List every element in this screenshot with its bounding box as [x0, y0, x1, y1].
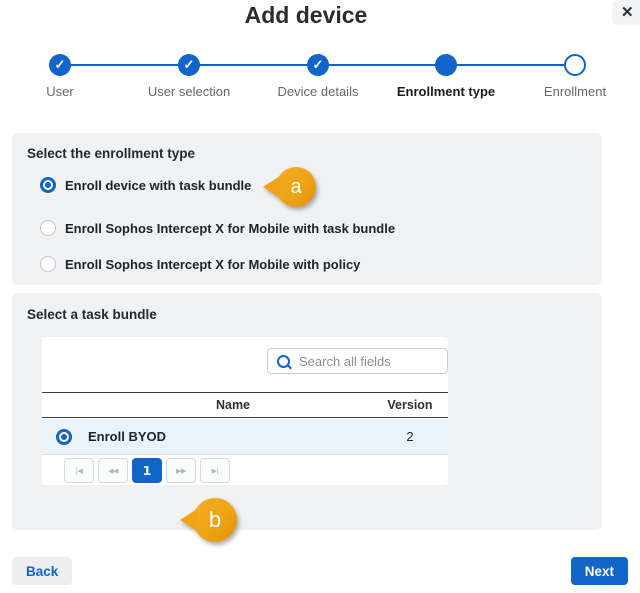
check-icon: ✓ — [55, 57, 66, 73]
close-icon: ✕ — [621, 5, 634, 20]
step-user-check-icon: ✓ — [49, 54, 71, 76]
search-input[interactable] — [297, 353, 438, 370]
check-icon: ✓ — [313, 57, 324, 73]
row-version-cell: 2 — [380, 429, 440, 444]
step-device-details-check-icon: ✓ — [307, 54, 329, 76]
prev-page-button[interactable]: ◀◀ — [98, 458, 128, 483]
radio-unselected-icon[interactable] — [40, 256, 56, 272]
step-label-enrollment: Enrollment — [505, 84, 640, 99]
radio-option-label: Enroll Sophos Intercept X for Mobile wit… — [65, 257, 360, 272]
enrollment-type-heading: Select the enrollment type — [27, 146, 195, 161]
dialog-title: Add device — [0, 2, 612, 29]
pagination: |◀ ◀◀ 1 ▶▶ ▶| — [64, 458, 230, 483]
search-field[interactable] — [267, 348, 448, 374]
step-enrollment-type-active-icon — [435, 54, 457, 76]
step-label-enrollment-type: Enrollment type — [376, 84, 516, 99]
next-page-button[interactable]: ▶▶ — [166, 458, 196, 483]
search-icon — [277, 355, 290, 368]
step-user-selection-check-icon: ✓ — [178, 54, 200, 76]
callout-letter: a — [290, 176, 301, 199]
callout-letter: b — [209, 507, 221, 533]
row-radio-selected-icon[interactable] — [56, 429, 72, 445]
column-header-name: Name — [86, 398, 380, 412]
radio-option-label: Enroll device with task bundle — [65, 178, 251, 193]
task-bundle-table: Name Version Enroll BYOD 2 b |◀ ◀◀ 1 ▶▶ … — [42, 337, 448, 485]
back-button[interactable]: Back — [12, 557, 72, 585]
column-header-version: Version — [380, 398, 440, 412]
task-bundle-section: Select a task bundle Name Version Enroll… — [12, 293, 602, 530]
close-button[interactable]: ✕ — [612, 0, 640, 25]
table-header: Name Version — [42, 392, 448, 418]
radio-option-intercept-x-policy[interactable]: Enroll Sophos Intercept X for Mobile wit… — [40, 256, 360, 272]
step-label-user: User — [0, 84, 130, 99]
callout-marker-a: a — [276, 167, 316, 207]
check-icon: ✓ — [184, 57, 195, 73]
row-name-cell: Enroll BYOD — [86, 429, 380, 444]
radio-selected-icon[interactable] — [40, 177, 56, 193]
next-button[interactable]: Next — [571, 557, 628, 585]
task-bundle-heading: Select a task bundle — [27, 307, 157, 322]
callout-marker-b: b — [193, 498, 237, 542]
radio-option-label: Enroll Sophos Intercept X for Mobile wit… — [65, 221, 395, 236]
step-label-user-selection: User selection — [119, 84, 259, 99]
radio-option-intercept-x-task-bundle[interactable]: Enroll Sophos Intercept X for Mobile wit… — [40, 220, 395, 236]
radio-unselected-icon[interactable] — [40, 220, 56, 236]
radio-option-enroll-device-task-bundle[interactable]: Enroll device with task bundle — [40, 177, 251, 193]
page-1-button[interactable]: 1 — [132, 458, 162, 483]
first-page-button[interactable]: |◀ — [64, 458, 94, 483]
enrollment-type-section: Select the enrollment type Enroll device… — [12, 133, 602, 285]
table-row-enroll-byod[interactable]: Enroll BYOD 2 b — [42, 419, 448, 455]
step-enrollment-upcoming-icon — [564, 54, 586, 76]
step-label-device-details: Device details — [248, 84, 388, 99]
last-page-button[interactable]: ▶| — [200, 458, 230, 483]
